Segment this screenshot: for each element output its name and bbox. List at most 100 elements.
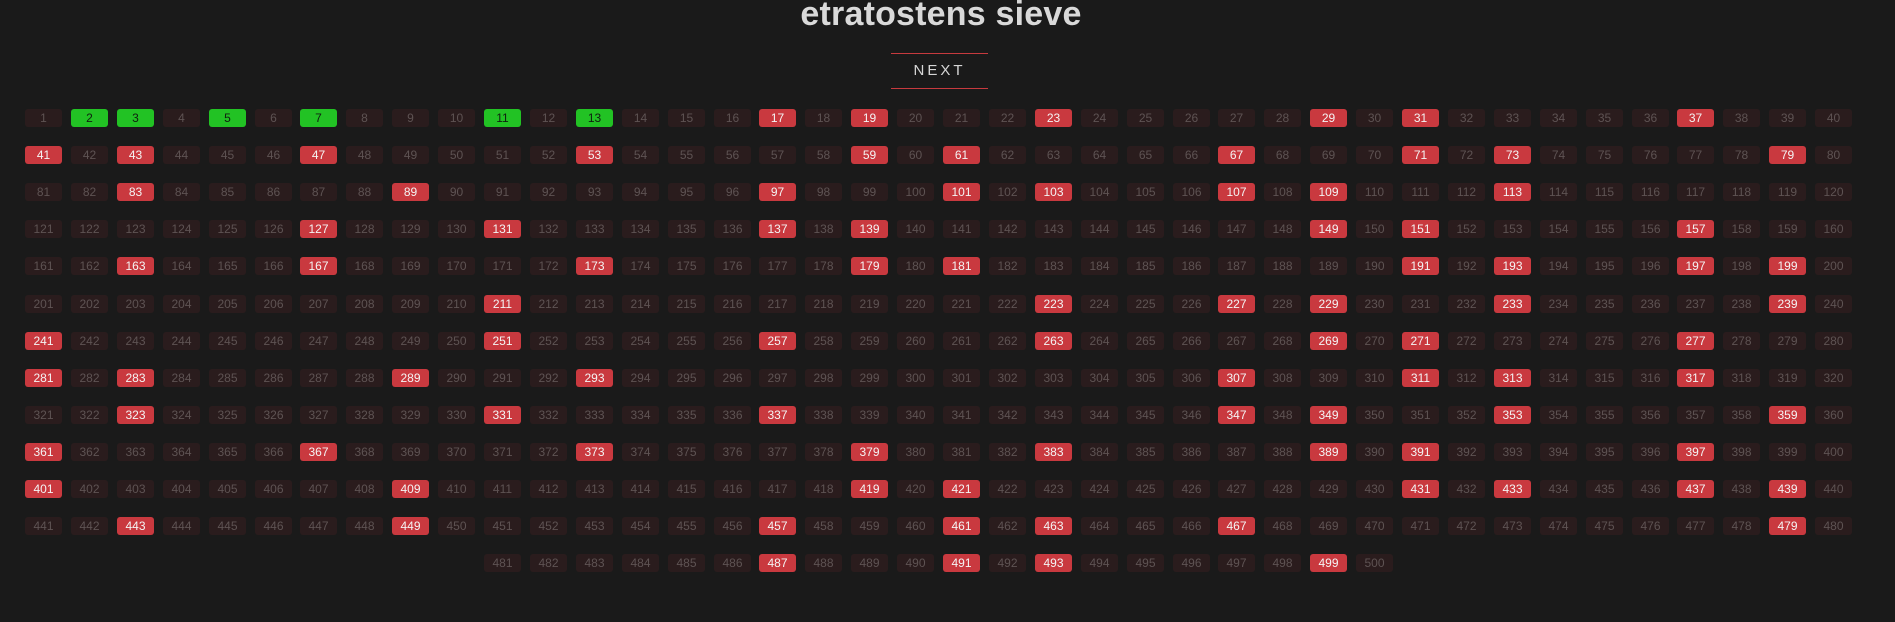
number-cell-386[interactable]: 386	[1173, 443, 1210, 461]
number-cell-194[interactable]: 194	[1540, 257, 1577, 275]
number-cell-23[interactable]: 23	[1035, 109, 1072, 127]
number-cell-381[interactable]: 381	[943, 443, 980, 461]
number-cell-91[interactable]: 91	[484, 183, 521, 201]
number-cell-295[interactable]: 295	[668, 369, 705, 387]
number-cell-8[interactable]: 8	[346, 109, 383, 127]
number-cell-245[interactable]: 245	[209, 332, 246, 350]
number-cell-488[interactable]: 488	[805, 554, 842, 572]
number-cell-438[interactable]: 438	[1723, 480, 1760, 498]
number-cell-361[interactable]: 361	[25, 443, 62, 461]
number-cell-406[interactable]: 406	[255, 480, 292, 498]
number-cell-313[interactable]: 313	[1494, 369, 1531, 387]
number-cell-353[interactable]: 353	[1494, 406, 1531, 424]
number-cell-198[interactable]: 198	[1723, 257, 1760, 275]
number-cell-176[interactable]: 176	[714, 257, 751, 275]
number-cell-314[interactable]: 314	[1540, 369, 1577, 387]
number-cell-463[interactable]: 463	[1035, 517, 1072, 535]
number-cell-401[interactable]: 401	[25, 480, 62, 498]
number-cell-152[interactable]: 152	[1448, 220, 1485, 238]
number-cell-102[interactable]: 102	[989, 183, 1026, 201]
number-cell-51[interactable]: 51	[484, 146, 521, 164]
number-cell-331[interactable]: 331	[484, 406, 521, 424]
number-cell-159[interactable]: 159	[1769, 220, 1806, 238]
number-cell-239[interactable]: 239	[1769, 295, 1806, 313]
number-cell-101[interactable]: 101	[943, 183, 980, 201]
number-cell-73[interactable]: 73	[1494, 146, 1531, 164]
number-cell-390[interactable]: 390	[1356, 443, 1393, 461]
number-cell-131[interactable]: 131	[484, 220, 521, 238]
number-cell-106[interactable]: 106	[1173, 183, 1210, 201]
number-cell-315[interactable]: 315	[1586, 369, 1623, 387]
number-cell-430[interactable]: 430	[1356, 480, 1393, 498]
number-cell-219[interactable]: 219	[851, 295, 888, 313]
number-cell-156[interactable]: 156	[1632, 220, 1669, 238]
number-cell-316[interactable]: 316	[1632, 369, 1669, 387]
number-cell-17[interactable]: 17	[759, 109, 796, 127]
number-cell-222[interactable]: 222	[989, 295, 1026, 313]
number-cell-237[interactable]: 237	[1677, 295, 1714, 313]
number-cell-368[interactable]: 368	[346, 443, 383, 461]
number-cell-256[interactable]: 256	[714, 332, 751, 350]
number-cell-5[interactable]: 5	[209, 109, 246, 127]
number-cell-207[interactable]: 207	[300, 295, 337, 313]
number-cell-387[interactable]: 387	[1218, 443, 1255, 461]
number-cell-14[interactable]: 14	[622, 109, 659, 127]
number-cell-470[interactable]: 470	[1356, 517, 1393, 535]
number-cell-275[interactable]: 275	[1586, 332, 1623, 350]
number-cell-208[interactable]: 208	[346, 295, 383, 313]
number-cell-163[interactable]: 163	[117, 257, 154, 275]
number-cell-499[interactable]: 499	[1310, 554, 1347, 572]
number-cell-60[interactable]: 60	[897, 146, 934, 164]
number-cell-103[interactable]: 103	[1035, 183, 1072, 201]
number-cell-338[interactable]: 338	[805, 406, 842, 424]
number-cell-220[interactable]: 220	[897, 295, 934, 313]
number-cell-216[interactable]: 216	[714, 295, 751, 313]
number-cell-346[interactable]: 346	[1173, 406, 1210, 424]
number-cell-210[interactable]: 210	[438, 295, 475, 313]
number-cell-383[interactable]: 383	[1035, 443, 1072, 461]
number-cell-230[interactable]: 230	[1356, 295, 1393, 313]
number-cell-153[interactable]: 153	[1494, 220, 1531, 238]
number-cell-123[interactable]: 123	[117, 220, 154, 238]
number-cell-422[interactable]: 422	[989, 480, 1026, 498]
number-cell-289[interactable]: 289	[392, 369, 429, 387]
number-cell-98[interactable]: 98	[805, 183, 842, 201]
number-cell-382[interactable]: 382	[989, 443, 1026, 461]
number-cell-36[interactable]: 36	[1632, 109, 1669, 127]
number-cell-357[interactable]: 357	[1677, 406, 1714, 424]
number-cell-39[interactable]: 39	[1769, 109, 1806, 127]
number-cell-92[interactable]: 92	[530, 183, 567, 201]
number-cell-195[interactable]: 195	[1586, 257, 1623, 275]
number-cell-431[interactable]: 431	[1402, 480, 1439, 498]
number-cell-396[interactable]: 396	[1632, 443, 1669, 461]
number-cell-480[interactable]: 480	[1815, 517, 1852, 535]
number-cell-50[interactable]: 50	[438, 146, 475, 164]
number-cell-89[interactable]: 89	[392, 183, 429, 201]
number-cell-247[interactable]: 247	[300, 332, 337, 350]
number-cell-142[interactable]: 142	[989, 220, 1026, 238]
number-cell-397[interactable]: 397	[1677, 443, 1714, 461]
number-cell-336[interactable]: 336	[714, 406, 751, 424]
number-cell-262[interactable]: 262	[989, 332, 1026, 350]
number-cell-375[interactable]: 375	[668, 443, 705, 461]
number-cell-112[interactable]: 112	[1448, 183, 1485, 201]
number-cell-476[interactable]: 476	[1632, 517, 1669, 535]
number-cell-493[interactable]: 493	[1035, 554, 1072, 572]
number-cell-328[interactable]: 328	[346, 406, 383, 424]
number-cell-356[interactable]: 356	[1632, 406, 1669, 424]
number-cell-110[interactable]: 110	[1356, 183, 1393, 201]
number-cell-400[interactable]: 400	[1815, 443, 1852, 461]
number-cell-165[interactable]: 165	[209, 257, 246, 275]
number-cell-378[interactable]: 378	[805, 443, 842, 461]
number-cell-15[interactable]: 15	[668, 109, 705, 127]
number-cell-371[interactable]: 371	[484, 443, 521, 461]
number-cell-61[interactable]: 61	[943, 146, 980, 164]
number-cell-71[interactable]: 71	[1402, 146, 1439, 164]
number-cell-141[interactable]: 141	[943, 220, 980, 238]
number-cell-266[interactable]: 266	[1173, 332, 1210, 350]
number-cell-158[interactable]: 158	[1723, 220, 1760, 238]
number-cell-277[interactable]: 277	[1677, 332, 1714, 350]
number-cell-294[interactable]: 294	[622, 369, 659, 387]
number-cell-52[interactable]: 52	[530, 146, 567, 164]
number-cell-140[interactable]: 140	[897, 220, 934, 238]
